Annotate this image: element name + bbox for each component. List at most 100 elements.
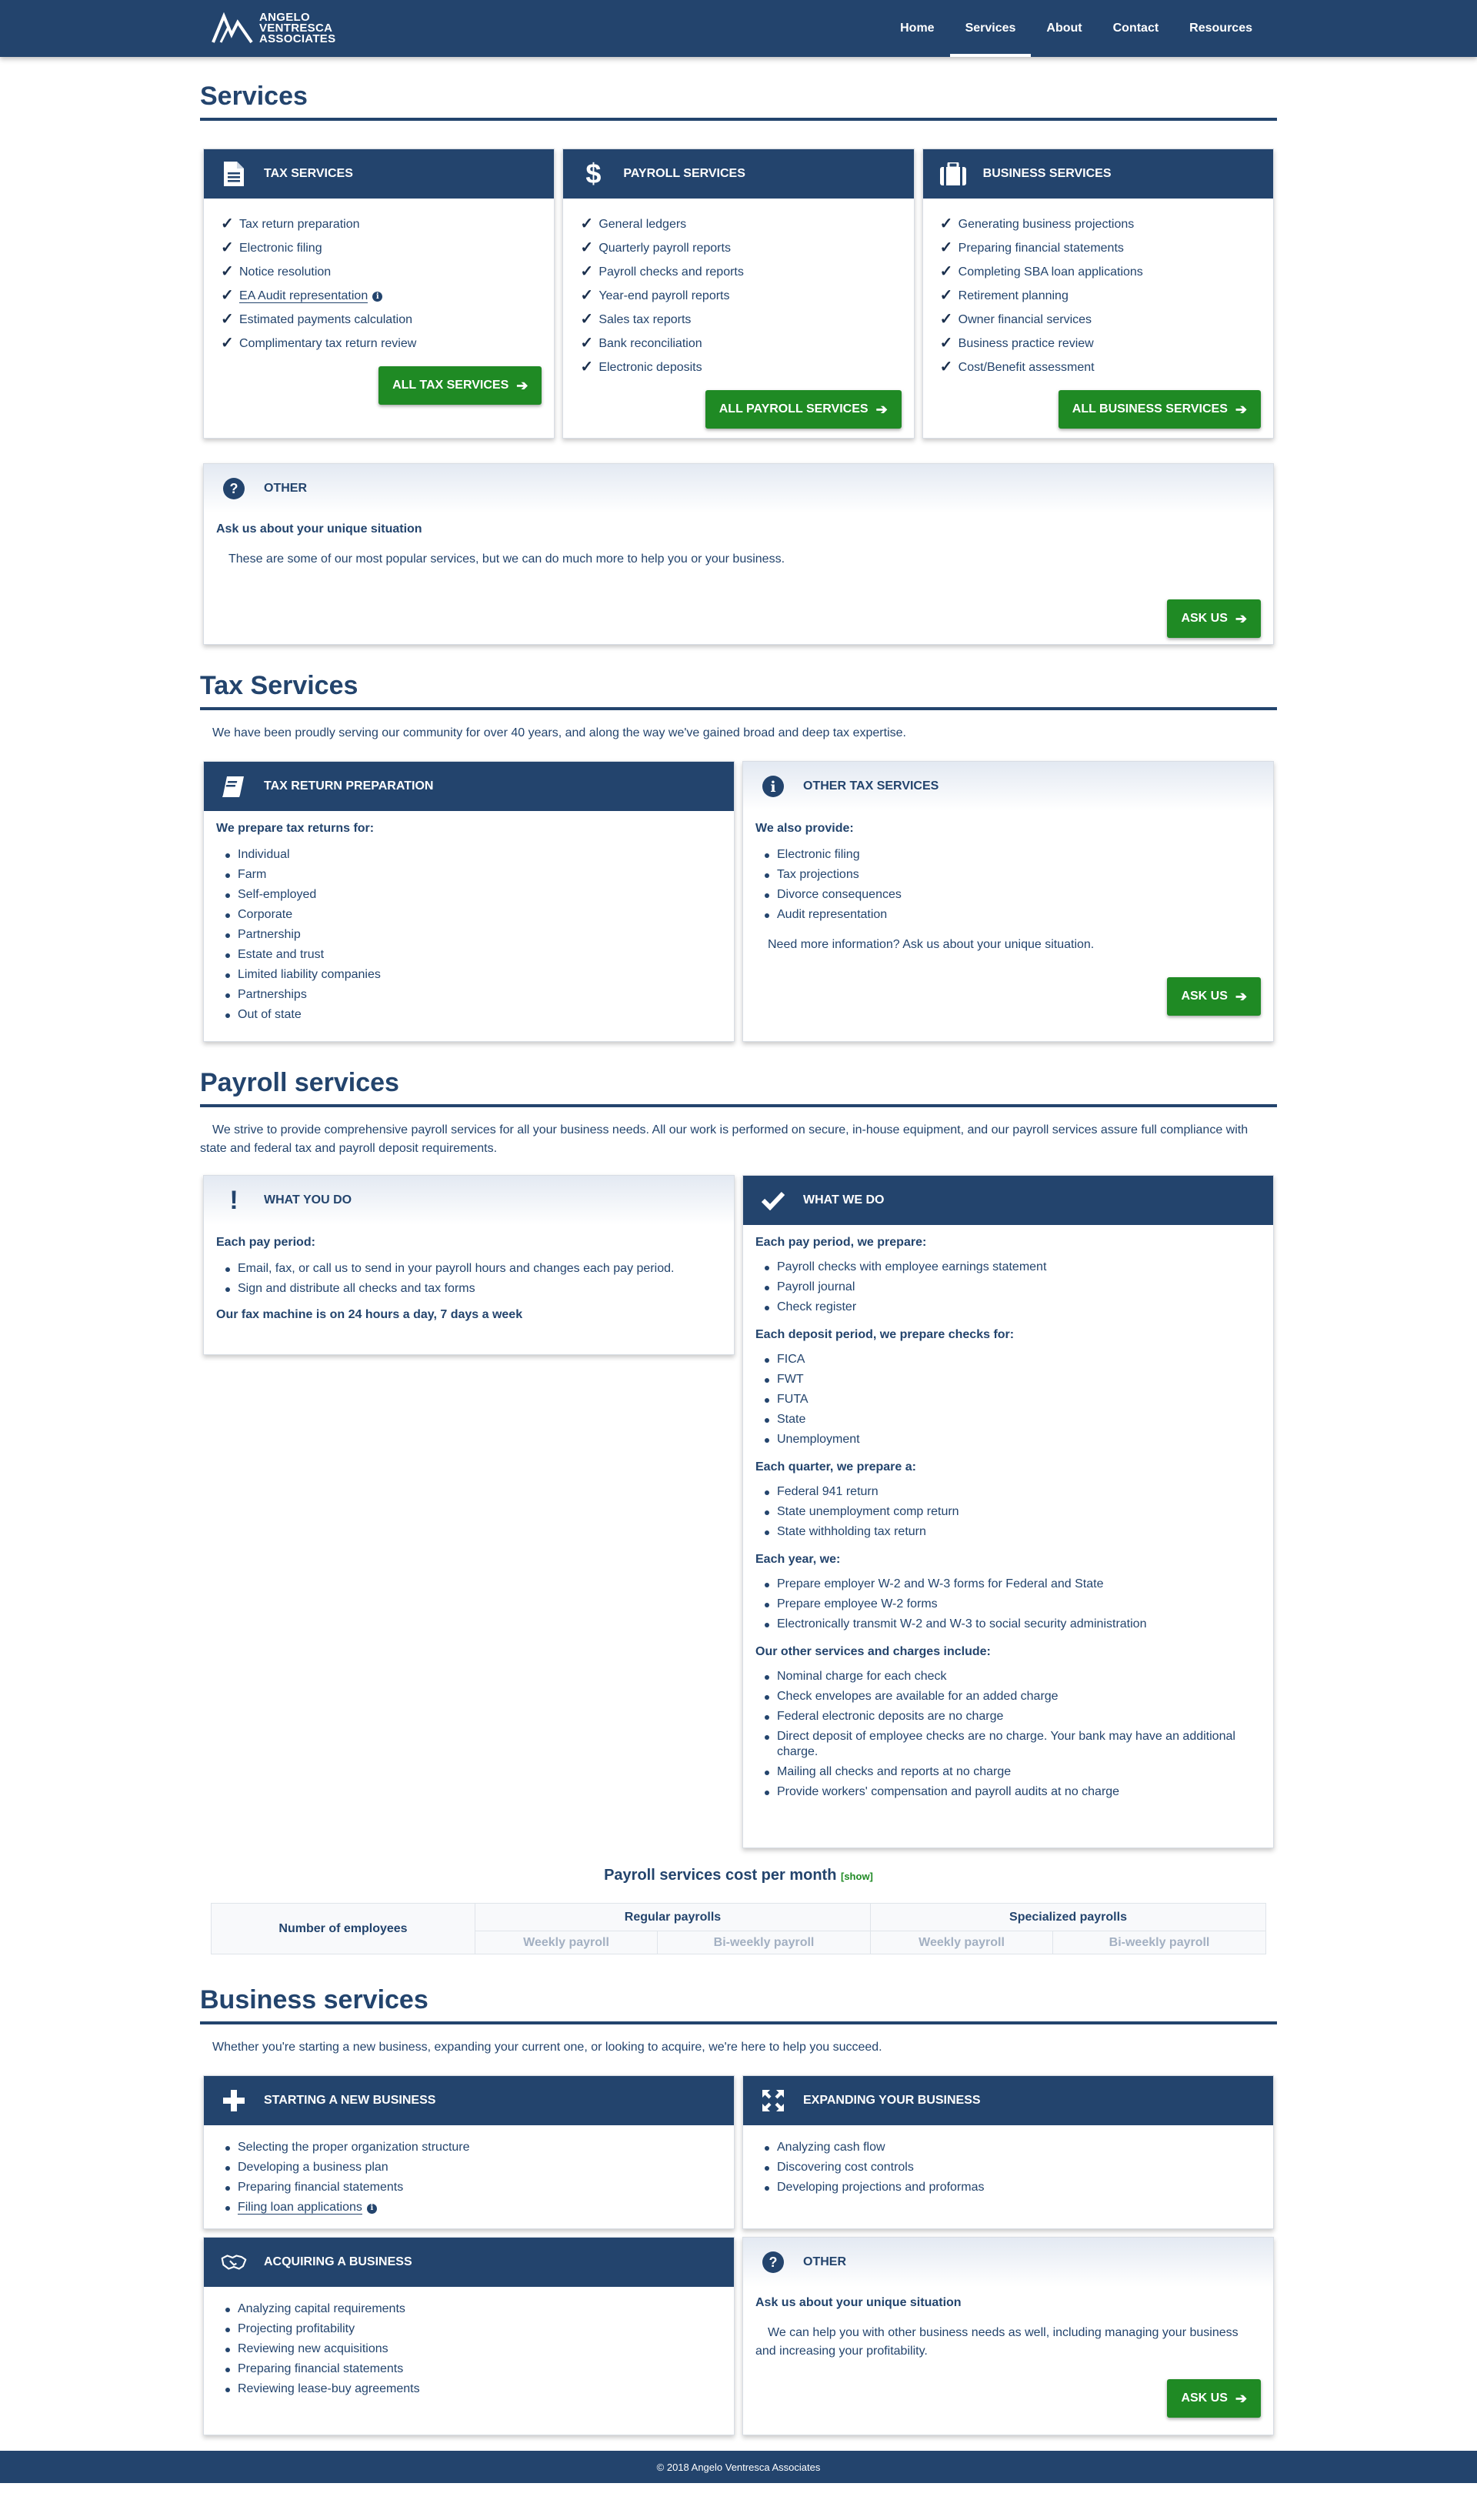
list-item: Payroll journal — [765, 1277, 1261, 1297]
arrow-right-icon: ➔ — [875, 401, 888, 417]
nav-home[interactable]: Home — [885, 0, 949, 57]
list-item: Partnership — [225, 925, 722, 945]
nav-resources[interactable]: Resources — [1174, 0, 1268, 57]
col-weekly-payroll[interactable]: Weekly payroll — [474, 1931, 658, 1954]
list-item: Generating business projections — [935, 212, 1261, 236]
tax-services-card: TAX SERVICES Tax return preparation Elec… — [203, 149, 555, 439]
business-services-title: Business services — [200, 1985, 1277, 2024]
list-item: Partnerships — [225, 985, 722, 1005]
tax-ask-us-button[interactable]: ASK US ➔ — [1167, 977, 1261, 1016]
what-we-do-header-label: WHAT WE DO — [803, 1193, 885, 1207]
list-item: Filing loan applications i — [225, 2198, 722, 2218]
list-item: Out of state — [225, 1005, 722, 1025]
list-item: Farm — [225, 865, 722, 885]
list-item: Electronically transmit W-2 and W-3 to s… — [765, 1614, 1261, 1634]
arrow-right-icon: ➔ — [516, 377, 528, 393]
question-circle-icon: ? — [760, 2249, 786, 2275]
all-tax-services-button[interactable]: ALL TAX SERVICES ➔ — [378, 366, 542, 405]
we-group-list: FICA FWT FUTA State Unemployment — [765, 1350, 1261, 1450]
document-icon — [221, 161, 247, 187]
book-icon — [221, 773, 247, 799]
filing-loan-applications-link[interactable]: Filing loan applications — [238, 2201, 362, 2215]
all-tax-services-label: ALL TAX SERVICES — [392, 379, 509, 392]
arrow-right-icon: ➔ — [1235, 2390, 1247, 2406]
list-item: Preparing financial statements — [225, 2178, 722, 2198]
list-item: Developing projections and proformas — [765, 2178, 1261, 2198]
col-biweekly-payroll[interactable]: Bi-weekly payroll — [657, 1931, 871, 1954]
top-navbar: ANGELO VENTRESCA ASSOCIATES Home Service… — [0, 0, 1477, 57]
business-other-text: We can help you with other business need… — [755, 2326, 1239, 2358]
info-circle-icon: i — [760, 773, 786, 799]
tax-services-title: Tax Services — [200, 671, 1277, 710]
tax-services-intro: We have been proudly serving our communi… — [212, 726, 906, 739]
acquiring-business-list: Analyzing capital requirements Projectin… — [225, 2299, 722, 2399]
plus-icon — [221, 2088, 247, 2114]
list-item: Sign and distribute all checks and tax f… — [225, 1279, 722, 1299]
list-item: Owner financial services — [935, 308, 1261, 332]
acquiring-business-card: ACQUIRING A BUSINESS Analyzing capital r… — [203, 2237, 735, 2435]
payroll-cost-title: Payroll services cost per month [show] — [200, 1867, 1277, 1884]
list-item: Electronic filing — [216, 236, 542, 260]
list-item: Payroll checks with employee earnings st… — [765, 1257, 1261, 1277]
services-other-text: These are some of our most popular servi… — [228, 552, 785, 566]
what-you-do-header: ! WHAT YOU DO — [204, 1176, 734, 1225]
exclamation-icon: ! — [229, 1185, 238, 1215]
all-payroll-services-button[interactable]: ALL PAYROLL SERVICES ➔ — [705, 390, 902, 429]
list-item: FICA — [765, 1350, 1261, 1370]
nav-about[interactable]: About — [1031, 0, 1097, 57]
question-circle-icon: ? — [221, 476, 247, 502]
col-number-of-employees[interactable]: Number of employees — [211, 1903, 475, 1954]
brand-line-3: ASSOCIATES — [259, 32, 336, 45]
list-item: Business practice review — [935, 332, 1261, 355]
ea-audit-link[interactable]: EA Audit representation — [239, 289, 368, 303]
services-ask-us-button[interactable]: ASK US ➔ — [1167, 599, 1261, 638]
list-item: Developing a business plan — [225, 2158, 722, 2178]
checkmark-icon — [760, 1187, 786, 1213]
svg-text:?: ? — [769, 2255, 778, 2270]
business-ask-us-button[interactable]: ASK US ➔ — [1167, 2379, 1261, 2418]
tax-services-header: TAX SERVICES — [204, 149, 555, 199]
col-weekly-payroll[interactable]: Weekly payroll — [869, 1931, 1054, 1954]
we-group-title: Our other services and charges include: — [755, 1645, 991, 1658]
list-item: Email, fax, or call us to send in your p… — [225, 1259, 722, 1279]
list-item: General ledgers — [575, 212, 901, 236]
all-business-services-button[interactable]: ALL BUSINESS SERVICES ➔ — [1058, 390, 1261, 429]
ask-us-label: ASK US — [1181, 612, 1228, 625]
list-item: Selecting the proper organization struct… — [225, 2138, 722, 2158]
payroll-services-title: Payroll services — [200, 1068, 1277, 1107]
payroll-services-list: General ledgers Quarterly payroll report… — [575, 212, 901, 379]
services-other-card: ? OTHER Ask us about your unique situati… — [203, 463, 1274, 645]
brand-logo[interactable]: ANGELO VENTRESCA ASSOCIATES — [212, 12, 335, 45]
briefcase-icon — [939, 161, 966, 187]
business-other-subtitle: Ask us about your unique situation — [755, 2296, 962, 2309]
we-group-list: Payroll checks with employee earnings st… — [765, 1257, 1261, 1317]
col-biweekly-payroll[interactable]: Bi-weekly payroll — [1052, 1931, 1266, 1954]
copyright-text: © 2018 Angelo Ventresca Associates — [656, 2461, 821, 2473]
payroll-cost-title-text: Payroll services cost per month — [604, 1867, 837, 1884]
list-item: Notice resolution — [216, 260, 542, 284]
list-item: Audit representation — [765, 905, 1261, 925]
business-cards-row-1: STARTING A NEW BUSINESS Selecting the pr… — [200, 2075, 1277, 2229]
info-icon[interactable]: i — [366, 2203, 377, 2214]
show-cost-toggle[interactable]: [show] — [841, 1871, 873, 1882]
business-services-header-label: BUSINESS SERVICES — [982, 167, 1112, 180]
info-icon[interactable]: i — [372, 292, 383, 302]
arrow-right-icon: ➔ — [1235, 610, 1247, 626]
list-item: Prepare employer W-2 and W-3 forms for F… — [765, 1574, 1261, 1594]
business-services-intro: Whether you're starting a new business, … — [212, 2041, 882, 2054]
business-services-header: BUSINESS SERVICES — [922, 149, 1273, 199]
nav-services[interactable]: Services — [949, 0, 1032, 57]
list-item: Unemployment — [765, 1430, 1261, 1450]
dollar-icon: $ — [585, 158, 602, 189]
tax-return-preparation-header: TAX RETURN PREPARATION — [204, 762, 734, 811]
business-other-header-label: OTHER — [803, 2255, 846, 2268]
nav-contact[interactable]: Contact — [1098, 0, 1175, 57]
list-item: Analyzing cash flow — [765, 2138, 1261, 2158]
tax-return-preparation-subtitle: We prepare tax returns for: — [216, 822, 375, 835]
list-item: Check envelopes are available for an add… — [765, 1687, 1261, 1707]
all-payroll-services-label: ALL PAYROLL SERVICES — [718, 402, 869, 416]
payroll-services-intro: We strive to provide comprehensive payro… — [200, 1123, 1249, 1155]
list-item: Corporate — [225, 905, 722, 925]
list-item: Direct deposit of employee checks are no… — [765, 1727, 1261, 1762]
list-item: Discovering cost controls — [765, 2158, 1261, 2178]
